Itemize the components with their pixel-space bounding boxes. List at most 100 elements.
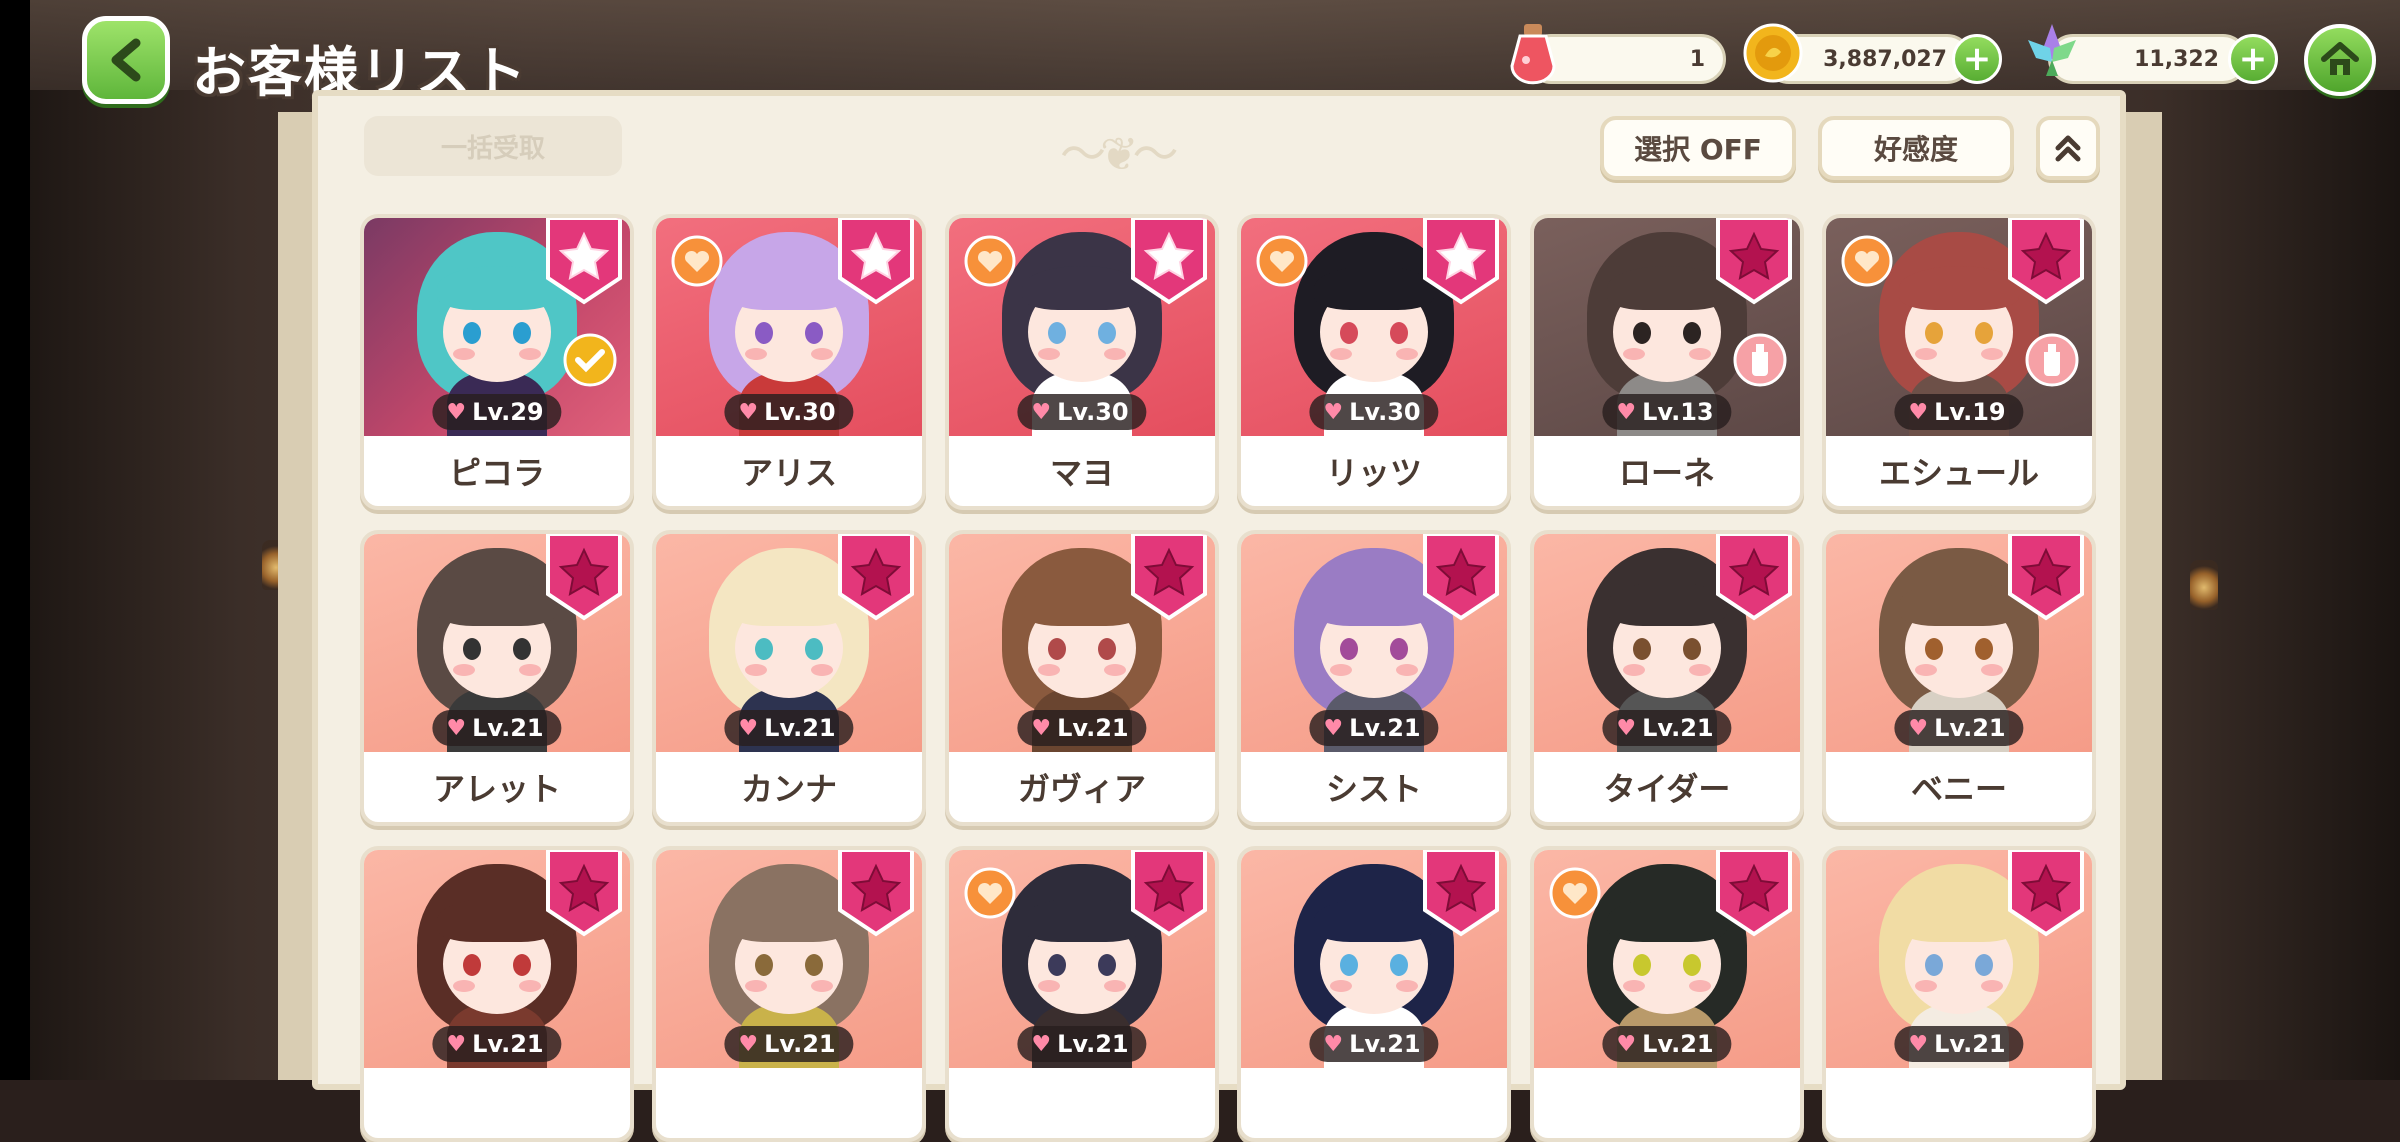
- heart-icon: ♥: [1031, 715, 1052, 741]
- customer-portrait: ♥ Lv.21: [1241, 534, 1507, 752]
- rank-star-badge-icon: [1131, 218, 1207, 305]
- rank-star-badge-icon: [546, 850, 622, 937]
- gold-count: 3,887,027: [1823, 46, 1947, 72]
- level-text: Lv.21: [1934, 1030, 2006, 1058]
- customer-card[interactable]: ♥ Lv.19 エシュール: [1822, 214, 2096, 510]
- customer-card[interactable]: ♥ Lv.21: [1530, 846, 1804, 1142]
- affection-level-badge: ♥ Lv.30: [1309, 394, 1439, 430]
- panel-ornament: 〜❦〜: [1060, 127, 1179, 181]
- rank-star-badge-icon: [1716, 534, 1792, 621]
- rank-star-badge-icon: [546, 534, 622, 621]
- add-gem-button[interactable]: +: [2228, 34, 2278, 84]
- heart-icon: ♥: [738, 715, 759, 741]
- favorite-heart-icon[interactable]: [1548, 866, 1602, 920]
- customer-card[interactable]: ♥ Lv.13 ローネ: [1530, 214, 1804, 510]
- favorite-heart-icon[interactable]: [1840, 234, 1894, 288]
- level-text: Lv.21: [1642, 714, 1714, 742]
- customer-card[interactable]: ♥ Lv.21: [652, 846, 926, 1142]
- customer-card[interactable]: ♥ Lv.21: [1237, 846, 1511, 1142]
- customer-card[interactable]: ♥ Lv.21: [360, 846, 634, 1142]
- level-text: Lv.21: [472, 1030, 544, 1058]
- rank-star-badge-icon: [838, 534, 914, 621]
- customer-card[interactable]: ♥ Lv.21 シスト: [1237, 530, 1511, 826]
- customer-name: ガヴィア: [1017, 770, 1146, 808]
- customer-portrait: ♥ Lv.21: [364, 534, 630, 752]
- customer-card[interactable]: ♥ Lv.21: [1822, 846, 2096, 1142]
- affection-level-badge: ♥ Lv.29: [432, 394, 562, 430]
- heart-icon: ♥: [1616, 1031, 1637, 1057]
- customer-card[interactable]: ♥ Lv.30 マヨ: [945, 214, 1219, 510]
- sort-affection-button[interactable]: 好感度: [1818, 116, 2014, 180]
- rank-star-badge-icon: [838, 218, 914, 305]
- customer-name: アレット: [432, 770, 561, 808]
- customer-card[interactable]: ♥ Lv.21 カンナ: [652, 530, 926, 826]
- customer-card[interactable]: ♥ Lv.30 アリス: [652, 214, 926, 510]
- affection-level-badge: ♥ Lv.21: [432, 1026, 562, 1062]
- heart-icon: ♥: [1031, 1031, 1052, 1057]
- chevron-left-icon: [111, 38, 141, 82]
- bulk-receive-button[interactable]: 一括受取: [364, 116, 622, 176]
- affection-level-badge: ♥ Lv.13: [1602, 394, 1732, 430]
- add-gold-button[interactable]: +: [1952, 34, 2002, 84]
- customer-portrait: ♥ Lv.19: [1826, 218, 2092, 436]
- rank-star-badge-icon: [1716, 850, 1792, 937]
- heart-icon: ♥: [1908, 399, 1929, 425]
- customer-portrait: ♥ Lv.30: [656, 218, 922, 436]
- affection-level-badge: ♥ Lv.21: [724, 1026, 854, 1062]
- customer-name: [656, 1068, 922, 1138]
- affection-level-badge: ♥ Lv.21: [724, 710, 854, 746]
- customer-card[interactable]: ♥ Lv.21: [945, 846, 1219, 1142]
- heart-icon: ♥: [446, 399, 467, 425]
- customer-card[interactable]: ♥ Lv.21 ベニー: [1822, 530, 2096, 826]
- screen-edge: [0, 0, 30, 1080]
- customer-portrait: ♥ Lv.21: [656, 850, 922, 1068]
- customer-name: [1826, 1068, 2092, 1138]
- collapse-button[interactable]: [2036, 116, 2100, 180]
- favorite-heart-icon[interactable]: [963, 866, 1017, 920]
- lamp-icon: [2190, 560, 2218, 610]
- heart-icon: ♥: [1616, 715, 1637, 741]
- customer-portrait: ♥ Lv.21: [656, 534, 922, 752]
- panel-right-edge: [2122, 112, 2162, 1080]
- level-text: Lv.19: [1934, 398, 2006, 426]
- favorite-heart-icon[interactable]: [670, 234, 724, 288]
- rank-star-badge-icon: [1423, 534, 1499, 621]
- customer-portrait: ♥ Lv.21: [1534, 534, 1800, 752]
- level-text: Lv.21: [1057, 1030, 1129, 1058]
- customer-card[interactable]: ♥ Lv.21 タイダー: [1530, 530, 1804, 826]
- affection-level-badge: ♥ Lv.21: [1309, 710, 1439, 746]
- customer-portrait: ♥ Lv.13: [1534, 218, 1800, 436]
- gem-count: 11,322: [2134, 46, 2219, 72]
- customer-name: [1534, 1068, 1800, 1138]
- favorite-heart-icon[interactable]: [963, 234, 1017, 288]
- level-text: Lv.30: [1349, 398, 1421, 426]
- back-button[interactable]: [82, 16, 170, 104]
- select-toggle-button[interactable]: 選択 OFF: [1600, 116, 1796, 180]
- customer-name: シスト: [1325, 770, 1422, 808]
- customer-portrait: ♥ Lv.21: [949, 850, 1215, 1068]
- customer-card[interactable]: ♥ Lv.30 リッツ: [1237, 214, 1511, 510]
- rank-star-badge-icon: [1423, 218, 1499, 305]
- customer-card[interactable]: ♥ Lv.29 ピコラ: [360, 214, 634, 510]
- heart-icon: ♥: [1323, 715, 1344, 741]
- gold-coin-icon: [1743, 23, 1803, 83]
- customer-name: [1241, 1068, 1507, 1138]
- home-icon: [2321, 42, 2359, 75]
- rank-star-badge-icon: [1131, 850, 1207, 937]
- customer-portrait: ♥ Lv.21: [1826, 850, 2092, 1068]
- heart-icon: ♥: [1323, 399, 1344, 425]
- rank-star-badge-icon: [546, 218, 622, 305]
- crystal-flower-icon: [2028, 24, 2076, 76]
- affection-level-badge: ♥ Lv.21: [1602, 1026, 1732, 1062]
- affection-level-badge: ♥ Lv.21: [1017, 710, 1147, 746]
- favorite-heart-icon[interactable]: [1255, 234, 1309, 288]
- customer-card[interactable]: ♥ Lv.21 ガヴィア: [945, 530, 1219, 826]
- customer-name: マヨ: [1049, 454, 1114, 492]
- rank-star-badge-icon: [1423, 850, 1499, 937]
- home-button[interactable]: [2304, 24, 2376, 96]
- affection-level-badge: ♥ Lv.21: [1894, 1026, 2024, 1062]
- customer-name: ピコラ: [448, 454, 545, 492]
- customer-portrait: ♥ Lv.21: [1534, 850, 1800, 1068]
- rank-star-badge-icon: [2008, 850, 2084, 937]
- customer-card[interactable]: ♥ Lv.21 アレット: [360, 530, 634, 826]
